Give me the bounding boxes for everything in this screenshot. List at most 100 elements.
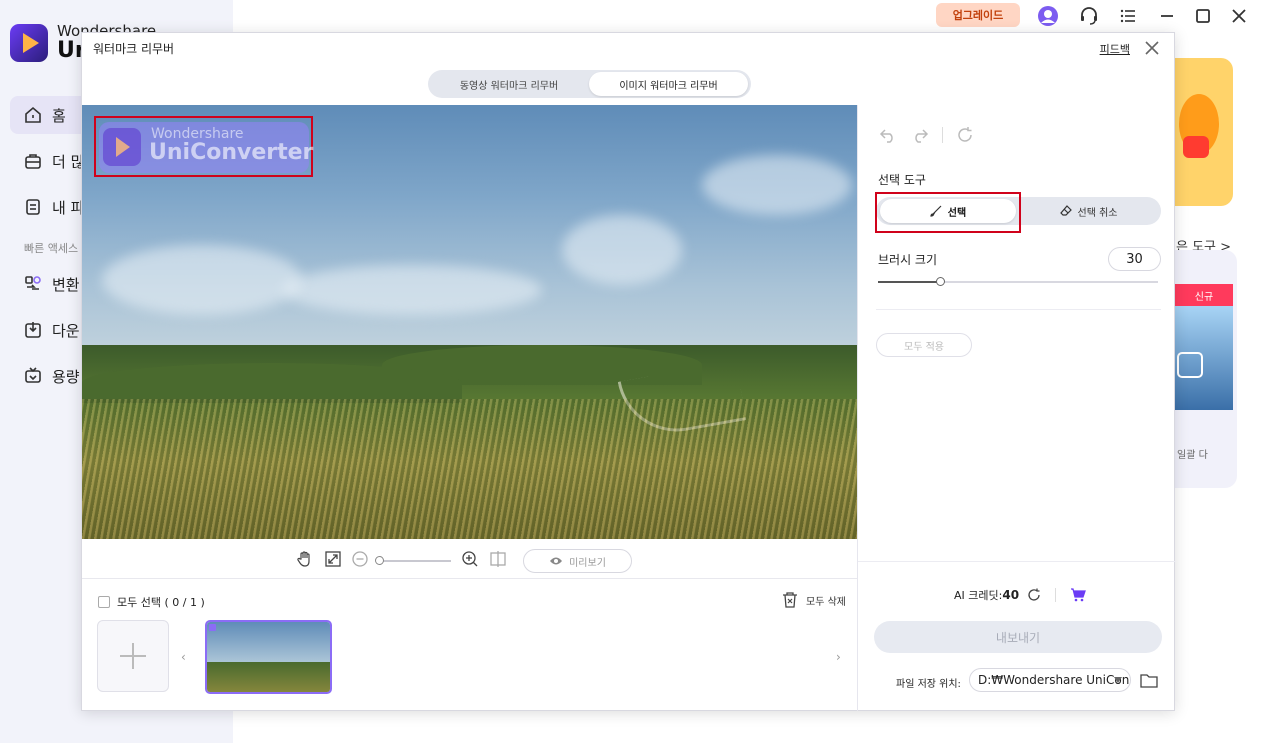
image-canvas[interactable]: Wondershare UniConverter (82, 105, 857, 539)
sidebar-item-label: 다운 (52, 321, 80, 340)
watermark-selection-box[interactable]: Wondershare UniConverter (94, 116, 313, 177)
deselect-eraser-button[interactable]: 선택 취소 (1018, 199, 1159, 223)
eraser-icon (1059, 205, 1072, 216)
new-badge: 신규 (1175, 284, 1233, 306)
deselect-label: 선택 취소 (1077, 207, 1118, 219)
folder-icon[interactable] (1139, 671, 1159, 689)
panel-divider (858, 561, 1176, 562)
chevron-left-icon[interactable]: ‹ (181, 650, 186, 664)
preview-label: 미리보기 (569, 557, 606, 569)
support-headset-icon[interactable] (1077, 4, 1101, 28)
thumbnail-sky (207, 622, 330, 667)
menu-icon[interactable] (1116, 4, 1140, 28)
zoom-slider[interactable] (377, 560, 451, 562)
refresh-icon[interactable] (1027, 588, 1041, 602)
delete-all-label: 모두 삭제 (806, 596, 846, 608)
watermark-product: UniConverter (149, 140, 314, 165)
new-feature-card[interactable]: 신규 일괄 다 (1175, 250, 1237, 488)
save-location-value: D:₩Wondershare UniConverter (978, 673, 1130, 687)
compress-icon (24, 367, 42, 385)
cart-icon[interactable] (1070, 588, 1086, 602)
dialog-close-icon[interactable] (1142, 38, 1162, 58)
fit-screen-icon[interactable] (323, 549, 343, 569)
brush-size-input[interactable]: 30 (1108, 247, 1161, 271)
panel-divider (876, 309, 1161, 310)
sidebar-item-label: 내 파 (52, 198, 85, 217)
plus-icon (120, 643, 146, 669)
promo-banner[interactable] (1175, 58, 1233, 206)
delete-all-button[interactable]: 모두 삭제 (782, 591, 846, 609)
download-icon (1177, 352, 1203, 378)
compare-split-icon[interactable] (488, 549, 508, 569)
photo-grass (82, 399, 857, 539)
brush-size-slider-handle[interactable] (936, 277, 945, 286)
sidebar-item-label: 홈 (52, 106, 66, 125)
preview-button[interactable]: 미리보기 (523, 549, 632, 573)
sidebar-item-label: 용량 (52, 367, 80, 386)
download-icon (24, 321, 42, 339)
toolbox-icon (24, 152, 42, 170)
ai-credits-label: AI 크레딧: (954, 589, 1003, 602)
chevron-down-icon (1114, 677, 1122, 683)
apply-all-button[interactable]: 모두 적용 (876, 333, 972, 357)
remover-mode-switch: 동영상 워터마크 리무버 이미지 워터마크 리무버 (428, 70, 751, 98)
export-button[interactable]: 내보내기 (874, 621, 1162, 653)
home-icon (24, 106, 42, 124)
maximize-icon[interactable] (1191, 4, 1215, 28)
trash-icon (783, 592, 797, 608)
brush-size-slider-fill (878, 281, 940, 283)
watermark-remover-dialog: 워터마크 리무버 피드백 동영상 워터마크 리무버 이미지 워터마크 리무버 W… (81, 32, 1176, 711)
video-play-icon (1183, 136, 1209, 158)
photo-cloud (282, 265, 542, 315)
eye-icon (550, 557, 563, 565)
photo-hill (82, 363, 462, 403)
redo-icon[interactable] (910, 125, 930, 145)
minimize-icon[interactable] (1155, 4, 1179, 28)
brush-size-label: 브러시 크기 (878, 253, 938, 267)
zoom-in-icon[interactable] (460, 549, 480, 569)
feature-caption: 일괄 다 (1177, 450, 1208, 461)
feature-thumbnail (1175, 306, 1233, 410)
select-tool-highlight (875, 192, 1021, 233)
photo-cloud (702, 155, 852, 215)
photo-cloud (562, 215, 682, 285)
chevron-right-icon[interactable]: › (836, 650, 841, 664)
feedback-link[interactable]: 피드백 (1100, 41, 1130, 57)
zoom-out-icon[interactable] (350, 549, 370, 569)
thumbnail-land (207, 662, 330, 692)
toolbar-divider (942, 127, 943, 143)
dialog-title: 워터마크 리무버 (93, 42, 175, 56)
select-all[interactable]: 모두 선택 ( 0 / 1 ) (98, 594, 205, 610)
window-close-icon[interactable] (1227, 4, 1251, 28)
file-icon (24, 198, 42, 216)
upgrade-button[interactable]: 업그레이드 (936, 3, 1020, 27)
file-thumbnail[interactable] (205, 620, 332, 694)
undo-icon[interactable] (878, 125, 898, 145)
hand-pan-icon[interactable] (295, 549, 315, 569)
credits-divider (1055, 588, 1057, 602)
sidebar-item-label: 더 많 (52, 152, 85, 171)
ai-credits: AI 크레딧:40 (954, 587, 1086, 603)
thumbnail-select-checkbox[interactable] (209, 624, 216, 631)
selection-tool-heading: 선택 도구 (878, 173, 926, 187)
watermark: Wondershare UniConverter (99, 122, 313, 173)
convert-icon (24, 275, 42, 293)
settings-panel: 선택 도구 선택 선택 취소 브러시 크기 30 모두 적용 AI 크레딧:40… (857, 105, 1176, 711)
tab-image-watermark-remover[interactable]: 이미지 워터마크 리무버 (589, 72, 748, 96)
ai-credits-value: 40 (1002, 588, 1020, 602)
add-file-button[interactable] (97, 620, 169, 692)
save-location-select[interactable]: D:₩Wondershare UniConverter (969, 668, 1131, 692)
zoom-slider-handle[interactable] (375, 556, 384, 565)
quick-access-heading: 빠른 액세스 (24, 242, 79, 255)
select-all-checkbox[interactable] (98, 596, 110, 608)
reset-icon[interactable] (955, 125, 975, 145)
select-all-label: 모두 선택 ( 0 / 1 ) (117, 596, 205, 609)
watermark-logo-icon (103, 128, 141, 166)
canvas-toolbar: 미리보기 (82, 539, 857, 579)
save-location-label: 파일 저장 위치: (896, 679, 961, 690)
photo-cloud (102, 245, 302, 315)
app-logo-icon (10, 24, 48, 62)
tab-video-watermark-remover[interactable]: 동영상 워터마크 리무버 (430, 72, 588, 96)
history-toolbar (878, 125, 975, 145)
account-avatar-icon[interactable] (1036, 4, 1060, 28)
